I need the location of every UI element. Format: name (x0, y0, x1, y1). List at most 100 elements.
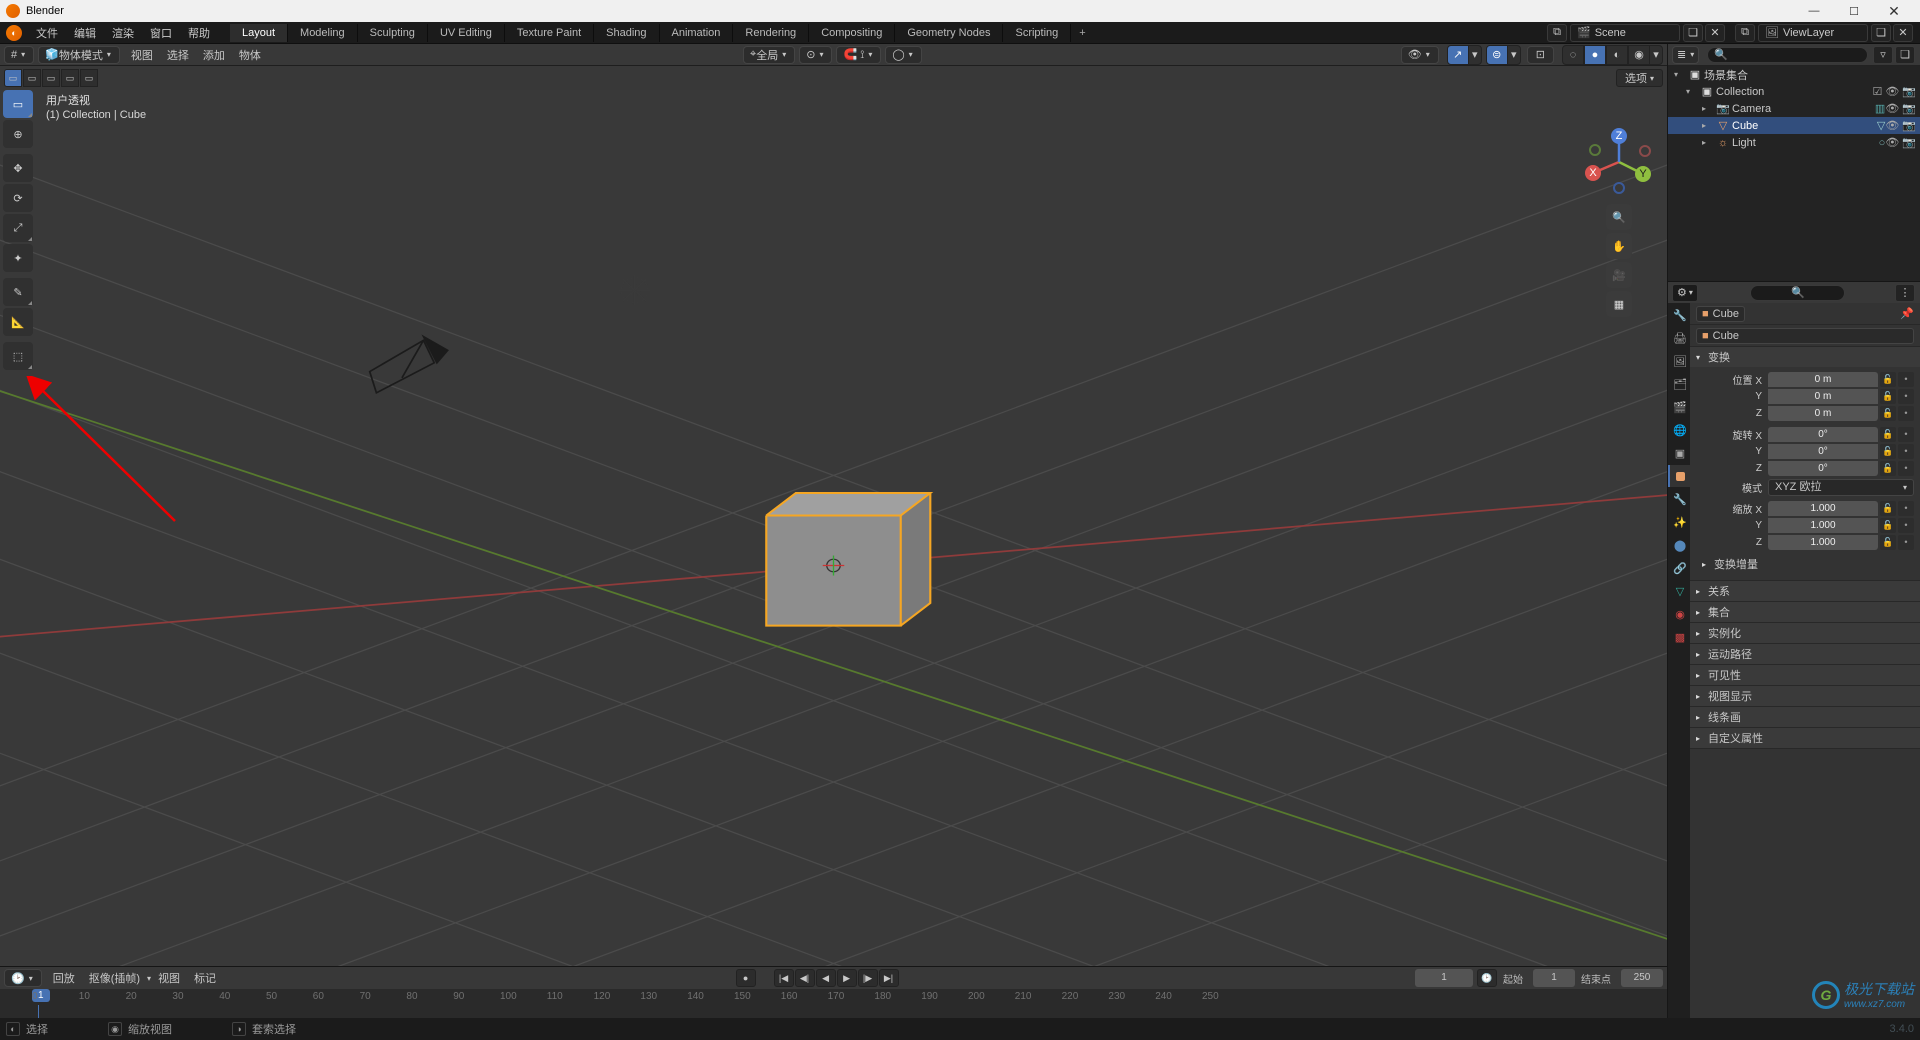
nav-perspective-button[interactable]: ▦ (1606, 291, 1632, 317)
outliner-item-camera[interactable]: ▸📷Camera▥👁📷 (1668, 100, 1920, 117)
ptab-constraints[interactable]: 🔗 (1668, 557, 1690, 579)
tool-transform[interactable]: ✦ (3, 244, 33, 272)
viewport-menu-add[interactable]: 添加 (196, 47, 232, 63)
jump-start-button[interactable]: |◀ (774, 969, 794, 987)
ptab-modifiers[interactable]: 🔧 (1668, 488, 1690, 510)
properties-search-input[interactable]: 🔍 (1750, 285, 1845, 301)
rotation-mode-field[interactable]: XYZ 欧拉▾ (1768, 479, 1914, 496)
transform-orientation-selector[interactable]: ⌖ 全局▾ (743, 46, 795, 64)
select-mode-intersect[interactable]: ▭ (80, 69, 98, 87)
tool-options-button[interactable]: 选项 ▾ (1616, 69, 1663, 87)
show-overlays-button[interactable]: ⊜ (1486, 45, 1508, 65)
window-minimize-button[interactable]: — (1794, 5, 1834, 17)
breadcrumb-object[interactable]: ■Cube (1696, 306, 1745, 322)
menu-edit[interactable]: 编辑 (66, 22, 104, 44)
workspace-tab-layout[interactable]: Layout (230, 24, 288, 42)
viewlayer-new-button[interactable]: ❏ (1871, 24, 1891, 42)
ptab-object[interactable] (1668, 465, 1690, 487)
eye-icon[interactable]: 👁 (1885, 85, 1899, 98)
editor-type-selector[interactable]: #▾ (4, 46, 34, 64)
pivot-selector[interactable]: ⊙▾ (799, 46, 832, 64)
xray-toggle-button[interactable]: ⊡ (1527, 46, 1554, 64)
ptab-physics[interactable]: ⬤ (1668, 534, 1690, 556)
mode-selector[interactable]: 🧊 物体模式▾ (38, 46, 120, 64)
timeline-ruler[interactable]: 1 01020304050607080901001101201301401501… (0, 989, 1667, 1005)
ptab-scene[interactable]: 🎬 (1668, 396, 1690, 418)
panel-header-collection[interactable]: ▸集合 (1690, 602, 1920, 622)
show-gizmo-button[interactable]: ↗ (1447, 45, 1469, 65)
eye-icon[interactable]: 👁 (1885, 119, 1899, 132)
tool-cursor[interactable]: ⊕ (3, 120, 33, 148)
tool-move[interactable]: ✥ (3, 154, 33, 182)
tool-rotate[interactable]: ⟳ (3, 184, 33, 212)
render-icon[interactable]: 📷 (1902, 85, 1916, 98)
keyframe-next-button[interactable]: |▶ (858, 969, 878, 987)
menu-help[interactable]: 帮助 (180, 22, 218, 44)
ptab-tool[interactable]: 🔧 (1668, 304, 1690, 326)
location-x-field[interactable]: 0 m (1768, 372, 1878, 387)
workspace-tab-uv[interactable]: UV Editing (428, 24, 505, 42)
ptab-particles[interactable]: ✨ (1668, 511, 1690, 533)
jump-end-button[interactable]: ▶| (879, 969, 899, 987)
timeline-menu-keying[interactable]: 抠像(插帧) (82, 970, 147, 986)
lock-icon[interactable]: 🔓 (1880, 372, 1896, 387)
timeline-menu-marker[interactable]: 标记 (187, 970, 223, 986)
viewlayer-browse-button[interactable]: ⧉ (1735, 24, 1755, 42)
tool-scale[interactable]: ⤢ (3, 214, 33, 242)
render-icon[interactable]: 📷 (1902, 119, 1916, 132)
current-frame-field[interactable]: 1 (1415, 969, 1473, 987)
rotation-x-field[interactable]: 0° (1768, 427, 1878, 442)
playhead-line[interactable] (38, 1005, 39, 1018)
select-mode-extend[interactable]: ▭ (23, 69, 41, 87)
panel-header-instancing[interactable]: ▸实例化 (1690, 623, 1920, 643)
overlay-options-button[interactable]: ▾ (1507, 45, 1521, 65)
eye-icon[interactable]: 👁 (1885, 102, 1899, 115)
tool-add-cube[interactable]: ⬚ (3, 342, 33, 370)
nav-zoom-button[interactable]: 🔍 (1606, 204, 1632, 230)
scale-x-field[interactable]: 1.000 (1768, 501, 1878, 516)
frame-popover-button[interactable]: 🕑 (1477, 969, 1497, 987)
outliner-collection[interactable]: ▾▣Collection☑👁📷 (1668, 83, 1920, 100)
shading-options-button[interactable]: ▾ (1649, 45, 1663, 65)
location-z-field[interactable]: 0 m (1768, 406, 1878, 421)
ptab-collection[interactable]: ▣ (1668, 442, 1690, 464)
outliner-tree[interactable]: ▾▣场景集合 ▾▣Collection☑👁📷 ▸📷Camera▥👁📷 ▸▽Cub… (1668, 66, 1920, 281)
blender-logo-icon[interactable]: ◐ (6, 25, 22, 41)
workspace-tab-geonodes[interactable]: Geometry Nodes (895, 24, 1003, 42)
select-mode-invert[interactable]: ▭ (61, 69, 79, 87)
outliner-editor-type[interactable]: ≣▾ (1672, 46, 1699, 64)
menu-file[interactable]: 文件 (28, 22, 66, 44)
panel-header-transform[interactable]: ▾变换 (1690, 347, 1920, 367)
outliner-scene-collection[interactable]: ▾▣场景集合 (1668, 66, 1920, 83)
scale-y-field[interactable]: 1.000 (1768, 518, 1878, 533)
keyframe-prev-button[interactable]: ◀| (795, 969, 815, 987)
render-icon[interactable]: 📷 (1902, 136, 1916, 149)
end-frame-field[interactable]: 250 (1621, 969, 1663, 987)
workspace-tab-compositing[interactable]: Compositing (809, 24, 895, 42)
play-reverse-button[interactable]: ◀ (816, 969, 836, 987)
timeline-body[interactable] (0, 1005, 1667, 1018)
panel-header-viewport[interactable]: ▸视图显示 (1690, 686, 1920, 706)
ptab-world[interactable]: 🌐 (1668, 419, 1690, 441)
outliner-new-collection-button[interactable]: ❏ (1895, 46, 1915, 64)
rotation-y-field[interactable]: 0° (1768, 444, 1878, 459)
play-button[interactable]: ▶ (837, 969, 857, 987)
scene-delete-button[interactable]: ✕ (1705, 24, 1725, 42)
viewport-menu-view[interactable]: 视图 (124, 47, 160, 63)
workspace-tab-scripting[interactable]: Scripting (1003, 24, 1071, 42)
properties-editor-type[interactable]: ⚙▾ (1672, 284, 1698, 302)
ptab-material[interactable]: ◉ (1668, 603, 1690, 625)
auto-keying-button[interactable]: ● (736, 969, 756, 987)
panel-header-relations[interactable]: ▸关系 (1690, 581, 1920, 601)
workspace-add-button[interactable]: + (1071, 24, 1093, 42)
location-y-field[interactable]: 0 m (1768, 389, 1878, 404)
eye-icon[interactable]: 👁 (1885, 136, 1899, 149)
tool-measure[interactable]: 📐 (3, 308, 33, 336)
viewport-3d[interactable]: 用户透视 (1) Collection | Cube ▭ ⊕ ✥ ⟳ ⤢ ✦ ✎… (0, 90, 1667, 966)
ptab-viewlayer[interactable]: 🗂 (1668, 373, 1690, 395)
viewlayer-name-field[interactable]: 🖼ViewLayer (1758, 24, 1868, 42)
menu-window[interactable]: 窗口 (142, 22, 180, 44)
workspace-tab-rendering[interactable]: Rendering (733, 24, 809, 42)
tool-annotate[interactable]: ✎ (3, 278, 33, 306)
panel-header-visibility[interactable]: ▸可见性 (1690, 665, 1920, 685)
